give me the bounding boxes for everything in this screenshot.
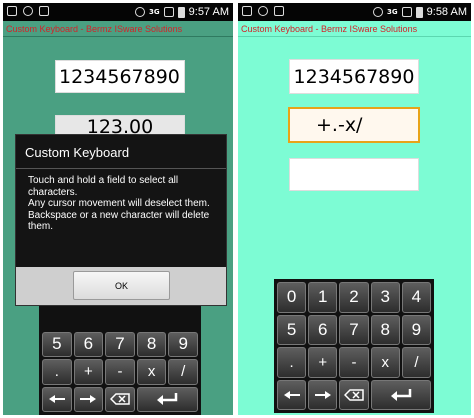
custom-keyboard: 5 6 7 8 9 . + - x /	[39, 301, 201, 415]
left-phone-screen: 3G 9:57 AM Custom Keyboard - Bermz ISwar…	[3, 3, 233, 415]
key-right[interactable]	[308, 379, 338, 410]
usb-icon	[258, 6, 268, 16]
key-2[interactable]: 2	[339, 282, 369, 313]
key-5[interactable]: 5	[42, 331, 72, 357]
key-0[interactable]: 0	[277, 282, 307, 313]
key-divide[interactable]: /	[168, 359, 198, 385]
key-multiply[interactable]: x	[136, 359, 167, 385]
key-enter[interactable]	[370, 379, 431, 410]
key-3[interactable]: 3	[370, 282, 400, 313]
key-5[interactable]: 5	[277, 314, 307, 345]
key-6[interactable]: 6	[73, 331, 104, 357]
status-bar: 3G 9:57 AM	[3, 3, 233, 21]
signal-icon	[163, 7, 174, 17]
key-backspace[interactable]	[339, 379, 369, 410]
screenshot-icon	[7, 6, 17, 16]
number-field-3[interactable]	[289, 158, 419, 191]
backspace-icon	[343, 389, 364, 401]
key-left[interactable]	[42, 386, 72, 412]
key-9[interactable]: 9	[401, 314, 431, 345]
arrow-right-icon	[80, 395, 97, 404]
key-multiply[interactable]: x	[370, 347, 400, 378]
clock: 9:57 AM	[188, 6, 229, 18]
signal-icon	[401, 7, 412, 17]
key-1[interactable]: 1	[308, 282, 338, 313]
key-9[interactable]: 9	[168, 331, 198, 357]
arrow-right-icon	[314, 390, 331, 399]
ok-button[interactable]: OK	[73, 271, 170, 300]
dialog-line-2: Any cursor movement will deselect them.	[28, 198, 210, 209]
battery-icon	[177, 6, 185, 18]
network-type: 3G	[149, 8, 160, 16]
dialog-line-1: Touch and hold a field to select all cha…	[28, 175, 179, 198]
clock: 9:58 AM	[426, 6, 467, 18]
key-minus[interactable]: -	[105, 359, 135, 385]
key-enter[interactable]	[136, 386, 198, 412]
battery-icon	[415, 6, 423, 18]
key-left[interactable]	[277, 379, 307, 410]
image-icon	[274, 6, 284, 16]
wifi-icon	[135, 7, 146, 17]
dialog-footer: OK	[16, 267, 226, 305]
dialog-message: Touch and hold a field to select all cha…	[28, 175, 220, 233]
usb-icon	[23, 6, 33, 16]
key-minus[interactable]: -	[339, 347, 369, 378]
enter-icon	[390, 388, 412, 401]
wifi-icon	[373, 7, 384, 17]
key-divide[interactable]: /	[401, 347, 431, 378]
key-8[interactable]: 8	[136, 331, 167, 357]
enter-icon	[157, 393, 178, 406]
key-plus[interactable]: +	[308, 347, 338, 378]
arrow-left-icon	[283, 390, 300, 399]
number-field-2[interactable]: +.-x/	[288, 107, 420, 143]
notification-icon	[39, 6, 49, 16]
custom-keyboard: 0 1 2 3 4 5 6 7 8 9 . + - x /	[274, 279, 434, 413]
key-right[interactable]	[73, 386, 104, 412]
key-4[interactable]: 4	[401, 282, 431, 313]
backspace-icon	[109, 393, 130, 405]
key-7[interactable]: 7	[105, 331, 135, 357]
key-dot[interactable]: .	[42, 359, 72, 385]
app-title: Custom Keyboard - Bermz ISware Solutions	[238, 21, 471, 37]
network-type: 3G	[387, 8, 398, 16]
number-field-1[interactable]: 1234567890	[289, 59, 419, 94]
dialog-divider	[16, 168, 226, 169]
number-field-1[interactable]: 1234567890	[55, 60, 185, 93]
status-bar: 3G 9:58 AM	[238, 3, 471, 21]
key-dot[interactable]: .	[277, 347, 307, 378]
key-8[interactable]: 8	[370, 314, 400, 345]
dialog-title: Custom Keyboard	[25, 145, 130, 160]
arrow-left-icon	[48, 395, 65, 404]
screenshot-icon	[242, 6, 252, 16]
key-7[interactable]: 7	[339, 314, 369, 345]
dialog-line-3: Backspace or a new character will delete…	[28, 209, 210, 233]
app-title: Custom Keyboard - Bermz ISware Solutions	[3, 21, 233, 37]
key-backspace[interactable]	[105, 386, 135, 412]
key-6[interactable]: 6	[308, 314, 338, 345]
right-phone-screen: 3G 9:58 AM Custom Keyboard - Bermz ISwar…	[238, 3, 471, 415]
info-dialog: Custom Keyboard Touch and hold a field t…	[15, 134, 227, 306]
key-plus[interactable]: +	[73, 359, 104, 385]
